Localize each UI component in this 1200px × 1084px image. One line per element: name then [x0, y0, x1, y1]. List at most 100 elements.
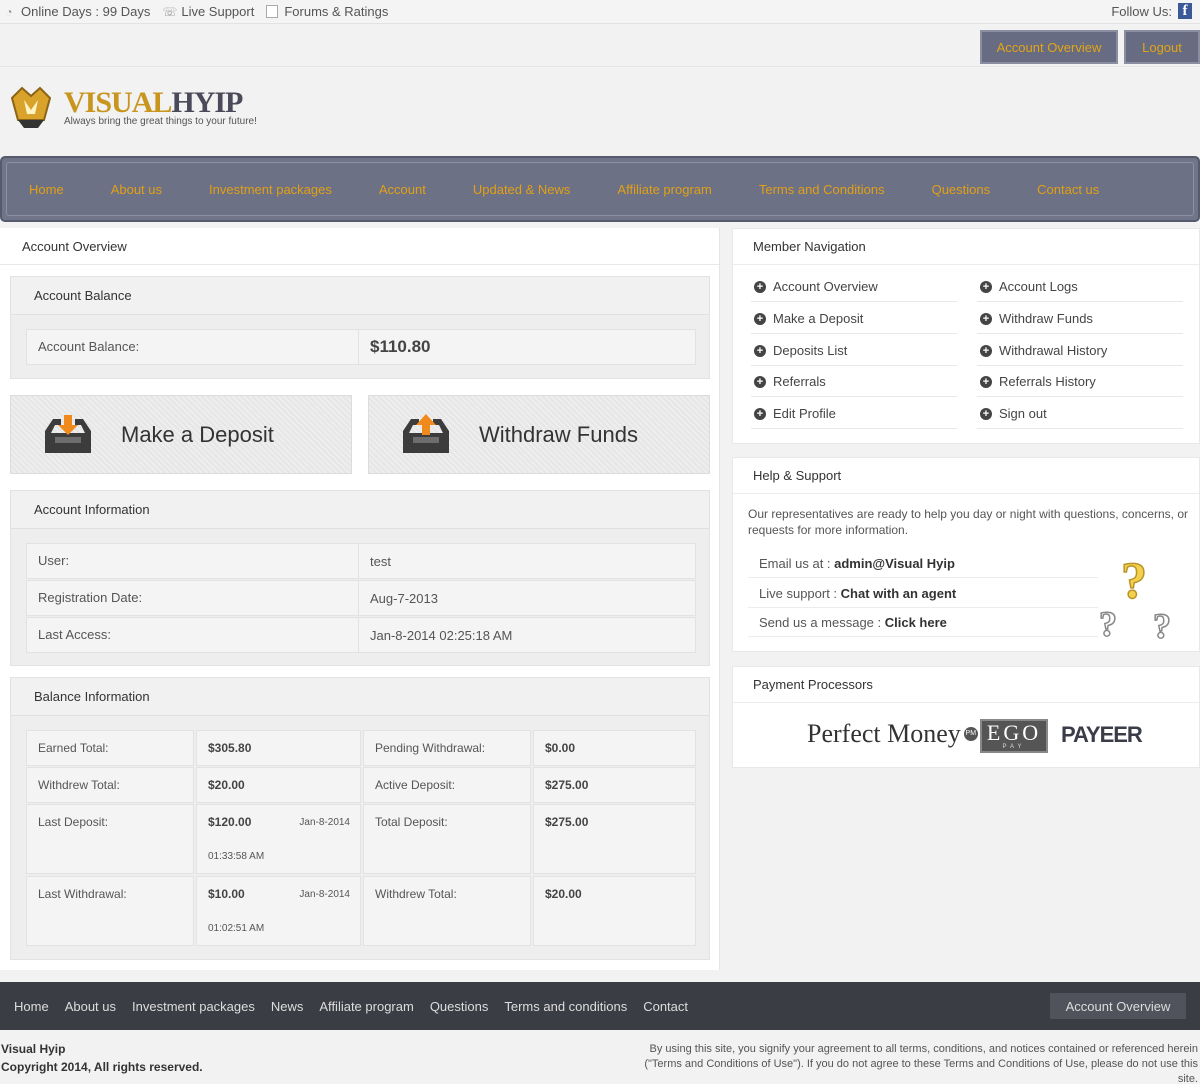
make-deposit-label: Make a Deposit: [121, 421, 274, 447]
logo-wordmark: VISUALHYIP: [64, 86, 243, 120]
perfect-money-text: Perfect Money: [807, 719, 961, 748]
withdraw-funds-button[interactable]: Withdraw Funds: [368, 395, 710, 474]
plus-circle-icon: +: [754, 407, 766, 420]
last-withdrawal-value: $10.00: [208, 887, 245, 901]
online-days: ◔ Online Days : 99 Days: [2, 4, 150, 19]
last-deposit-time: 01:33:58 AM: [208, 851, 265, 862]
help-email-line: Email us at : admin@Visual Hyip: [748, 549, 1098, 578]
logo[interactable]: VISUALHYIP Always bring the great things…: [8, 84, 308, 134]
user-label: User:: [27, 544, 359, 578]
logo-word-visual: VISUAL: [64, 86, 172, 119]
plus-circle-icon: +: [754, 312, 766, 325]
pending-label: Pending Withdrawal:: [363, 730, 531, 766]
help-live-line: Live support : Chat with an agent: [748, 579, 1098, 608]
help-message-line: Send us a message : Click here: [748, 608, 1098, 637]
logout-button[interactable]: Logout: [1124, 30, 1200, 64]
balance-information-panel: Balance Information Earned Total: $305.8…: [10, 677, 710, 960]
chat-bubble-icon: ☏: [162, 4, 178, 19]
active-deposit-label: Active Deposit:: [363, 767, 531, 803]
member-navigation-box: Member Navigation + Account Overview + Mak…: [732, 228, 1200, 444]
help-support-heading: Help & Support: [733, 458, 1199, 494]
footer-link-news[interactable]: News: [271, 999, 304, 1014]
footer-link-affiliate-program[interactable]: Affiliate program: [319, 999, 413, 1014]
nav-terms-and-conditions[interactable]: Terms and Conditions: [759, 182, 885, 197]
info-row-registration: Registration Date: Aug-7-2013: [26, 580, 696, 616]
logo-tagline: Always bring the great things to your fu…: [64, 116, 257, 127]
plus-circle-icon: +: [754, 375, 766, 388]
title-divider: [0, 264, 719, 265]
svg-text:?: ?: [1121, 553, 1147, 610]
last-withdrawal-date: Jan-8-2014: [299, 889, 350, 900]
user-value: test: [370, 553, 391, 569]
member-link-label: Referrals History: [999, 374, 1096, 389]
help-message-link[interactable]: Click here: [885, 615, 947, 630]
member-link-account-overview[interactable]: + Account Overview: [751, 272, 957, 302]
member-link-withdrawal-history[interactable]: + Withdrawal History: [977, 336, 1183, 366]
footer-terms-notice: By using this site, you signify your agr…: [644, 1043, 1198, 1084]
document-icon: [266, 5, 279, 18]
facebook-icon[interactable]: f: [1178, 3, 1192, 19]
plus-circle-icon: +: [754, 280, 766, 293]
registration-label: Registration Date:: [27, 581, 359, 615]
footer-link-home[interactable]: Home: [14, 999, 49, 1014]
nav-account[interactable]: Account: [379, 182, 426, 197]
account-balance-panel: Account Balance Account Balance: $110.80: [10, 276, 710, 379]
earned-value: $305.80: [196, 730, 361, 766]
online-days-text: Online Days : 99 Days: [21, 4, 151, 19]
footer-link-questions[interactable]: Questions: [430, 999, 489, 1014]
last-withdrawal-label: Last Withdrawal:: [26, 876, 194, 946]
svg-text:?: ?: [1099, 604, 1117, 642]
member-link-sign-out[interactable]: + Sign out: [977, 399, 1183, 429]
footer-link-about-us[interactable]: About us: [65, 999, 116, 1014]
logo-word-hyip: HYIP: [171, 86, 243, 119]
forums-link[interactable]: Forums & Ratings: [266, 4, 388, 19]
nav-contact-us[interactable]: Contact us: [1037, 182, 1099, 197]
account-overview-button[interactable]: Account Overview: [980, 30, 1118, 64]
member-link-referrals-history[interactable]: + Referrals History: [977, 367, 1183, 397]
live-support-link[interactable]: ☏ Live Support: [162, 4, 254, 19]
member-link-withdraw-funds[interactable]: + Withdraw Funds: [977, 304, 1183, 334]
withdraw-funds-label: Withdraw Funds: [479, 421, 638, 447]
help-live-link[interactable]: Chat with an agent: [841, 586, 957, 601]
footer-nav: Home About us Investment packages News A…: [0, 982, 1200, 1030]
help-message-label: Send us a message :: [759, 615, 885, 630]
footer-copyright: Copyright 2014, All rights reserved.: [1, 1060, 203, 1074]
nav-questions[interactable]: Questions: [932, 182, 991, 197]
last-withdrawal-cell: $10.00 Jan-8-2014 01:02:51 AM: [196, 876, 361, 946]
earned-label: Earned Total:: [26, 730, 194, 766]
make-deposit-button[interactable]: Make a Deposit: [10, 395, 352, 474]
member-link-account-logs[interactable]: + Account Logs: [977, 272, 1183, 302]
nav-about-us[interactable]: About us: [111, 182, 162, 197]
member-link-referrals[interactable]: + Referrals: [751, 367, 957, 397]
member-link-edit-profile[interactable]: + Edit Profile: [751, 399, 957, 429]
footer-link-investment-packages[interactable]: Investment packages: [132, 999, 255, 1014]
main-nav: Home About us Investment packages Accoun…: [0, 156, 1200, 222]
egopay-logo: EGO PAY: [980, 719, 1048, 753]
member-link-label: Make a Deposit: [773, 311, 864, 326]
nav-investment-packages[interactable]: Investment packages: [209, 182, 332, 197]
main-nav-inner: Home About us Investment packages Accoun…: [6, 162, 1194, 216]
account-balance-heading: Account Balance: [11, 277, 709, 315]
last-deposit-date: Jan-8-2014: [299, 817, 350, 828]
nav-updated-news[interactable]: Updated & News: [473, 182, 571, 197]
follow-us-label: Follow Us:: [1111, 3, 1172, 19]
footer-link-contact[interactable]: Contact: [643, 999, 688, 1014]
member-link-label: Withdrawal History: [999, 343, 1108, 358]
help-email-label: Email us at :: [759, 556, 835, 571]
member-link-make-deposit[interactable]: + Make a Deposit: [751, 304, 957, 334]
forums-text: Forums & Ratings: [284, 4, 389, 19]
member-link-label: Withdraw Funds: [999, 311, 1093, 326]
footer-account-overview-button[interactable]: Account Overview: [1050, 993, 1186, 1019]
nav-home[interactable]: Home: [29, 182, 64, 197]
total-deposit-value: $275.00: [533, 804, 696, 874]
help-live-label: Live support :: [759, 586, 841, 601]
account-information-panel: Account Information User: test Registrat…: [10, 490, 710, 666]
question-marks-icon: ? ? ?: [1099, 552, 1172, 642]
balance-information-heading: Balance Information: [11, 678, 709, 716]
nav-affiliate-program[interactable]: Affiliate program: [617, 182, 711, 197]
plus-circle-icon: +: [980, 312, 992, 325]
member-link-deposits-list[interactable]: + Deposits List: [751, 336, 957, 366]
withdrew-label: Withdrew Total:: [26, 767, 194, 803]
help-email-link[interactable]: admin@Visual Hyip: [834, 556, 955, 571]
footer-link-terms[interactable]: Terms and conditions: [504, 999, 627, 1014]
